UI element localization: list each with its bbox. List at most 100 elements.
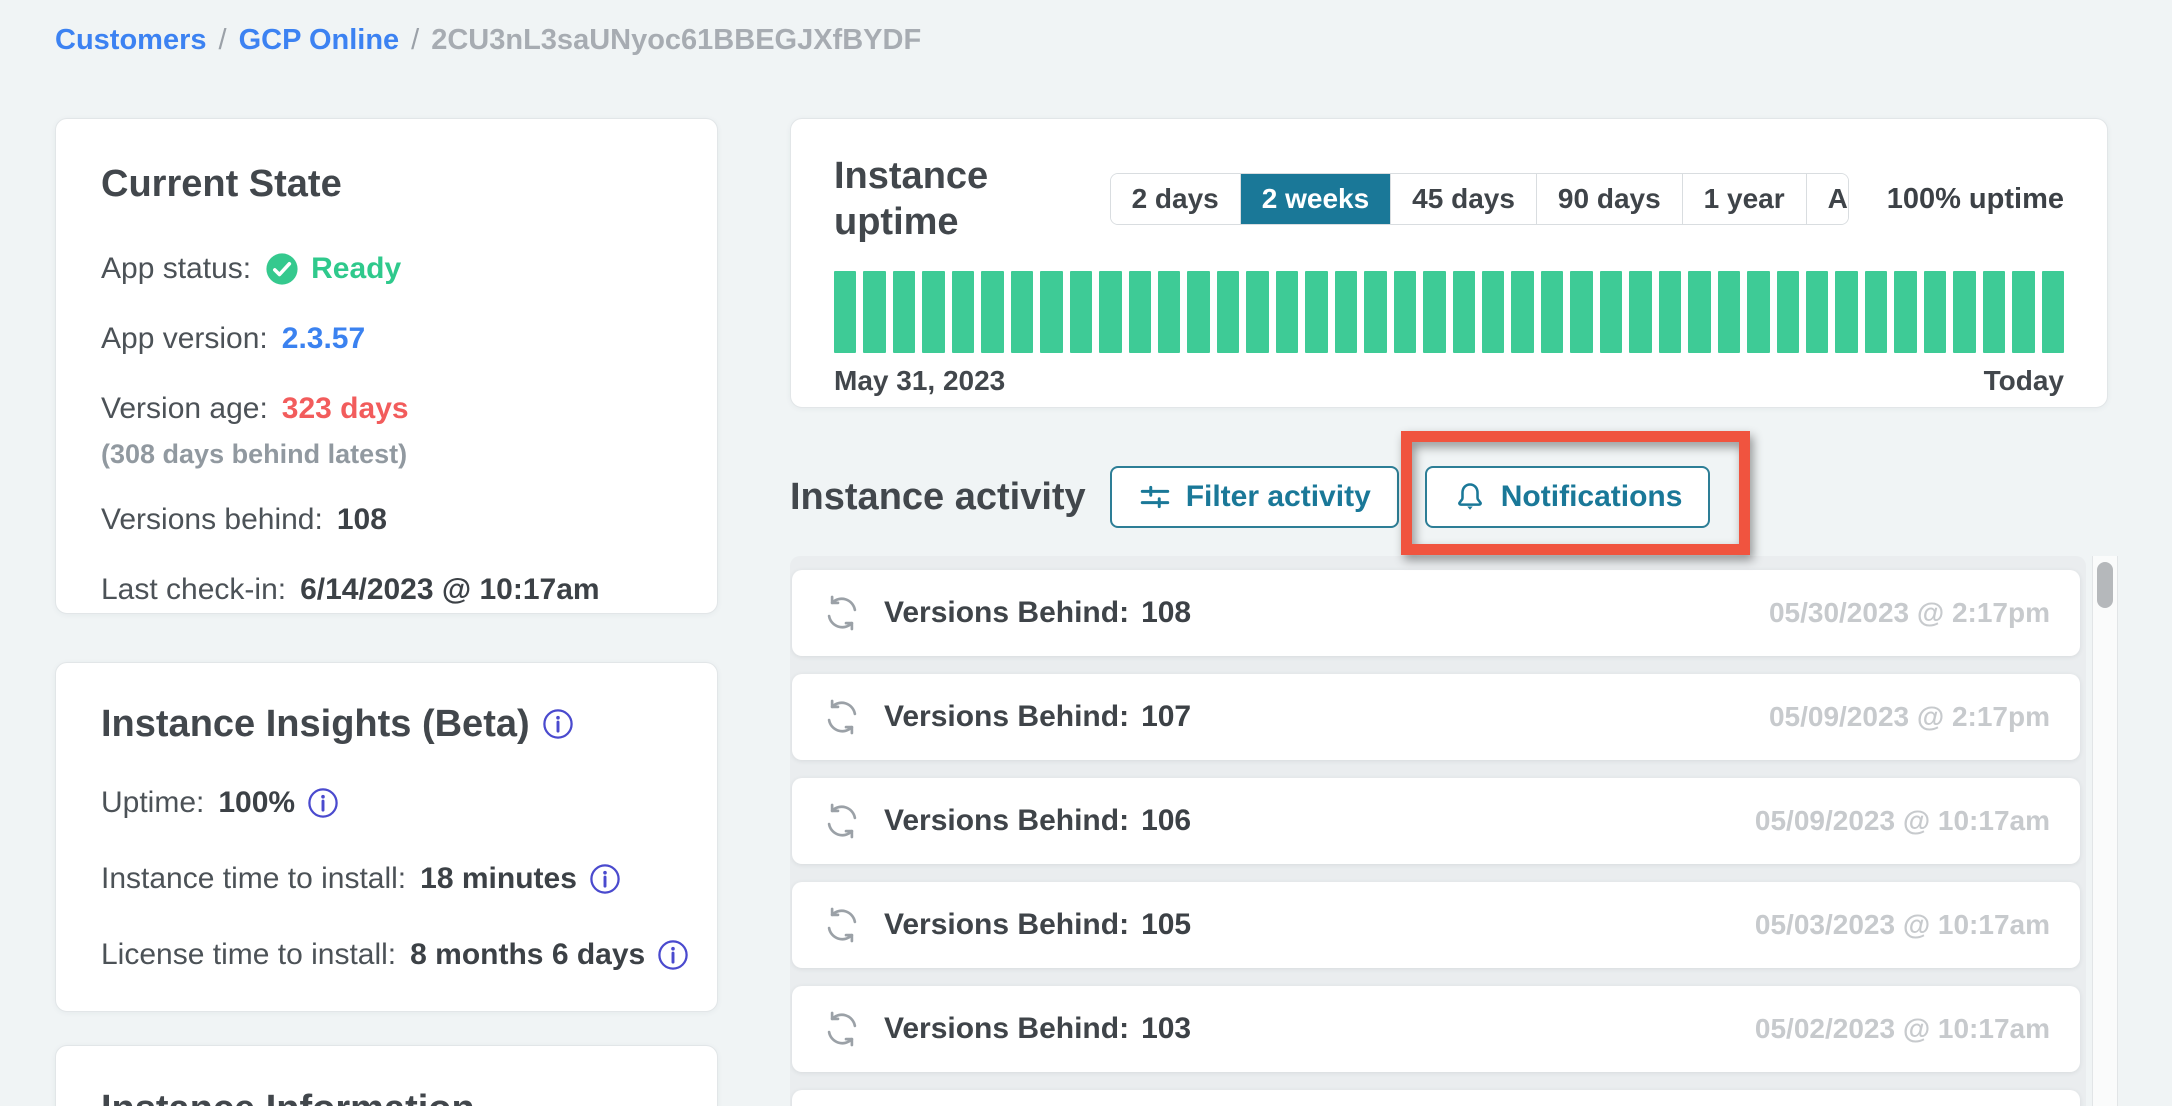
sync-icon	[822, 1009, 862, 1049]
chart-start-label: May 31, 2023	[834, 365, 1005, 397]
activity-row-timestamp: 05/02/2023 @ 10:17am	[1755, 1013, 2050, 1045]
insights-rows: Uptime: 100% Instance time to install: 18 …	[101, 783, 672, 975]
insight-label: Uptime:	[101, 783, 204, 823]
uptime-bar	[1894, 271, 1916, 353]
activity-row-label: Versions Behind:	[884, 908, 1129, 942]
app-status-label: App status:	[101, 249, 251, 289]
version-age-label: Version age:	[101, 389, 268, 429]
info-icon[interactable]	[589, 863, 621, 895]
uptime-bar	[1129, 271, 1151, 353]
activity-scrollbar-track[interactable]	[2092, 556, 2118, 1106]
uptime-bar	[1983, 271, 2005, 353]
sync-icon	[822, 905, 862, 945]
uptime-bar	[1835, 271, 1857, 353]
insight-value: 18 minutes	[420, 859, 577, 899]
activity-row-timestamp: 05/09/2023 @ 10:17am	[1755, 805, 2050, 837]
uptime-bar	[1305, 271, 1327, 353]
uptime-range-tab-2-days[interactable]: 2 days	[1111, 174, 1240, 224]
activity-scrollbar-thumb[interactable]	[2097, 562, 2113, 608]
info-icon[interactable]	[542, 708, 574, 740]
insight-label: Instance time to install:	[101, 859, 406, 899]
uptime-bar	[1099, 271, 1121, 353]
activity-row: Versions Behind:10505/03/2023 @ 10:17am	[792, 882, 2080, 968]
sync-icon	[822, 697, 862, 737]
notifications-label: Notifications	[1501, 480, 1683, 514]
uptime-bar	[1187, 271, 1209, 353]
uptime-bar	[1246, 271, 1268, 353]
left-column: Current State App status: Ready App vers…	[55, 118, 718, 1106]
notifications-button-wrapper: Notifications	[1425, 466, 1711, 528]
uptime-bar	[1953, 271, 1975, 353]
versions-behind-row: Versions behind: 108	[101, 500, 672, 540]
uptime-bar	[893, 271, 915, 353]
notifications-button[interactable]: Notifications	[1425, 466, 1711, 528]
activity-row-timestamp: 05/09/2023 @ 2:17pm	[1769, 701, 2050, 733]
insight-row: Uptime: 100%	[101, 783, 672, 823]
uptime-bar	[1600, 271, 1622, 353]
uptime-bar	[922, 271, 944, 353]
uptime-bar	[1747, 271, 1769, 353]
current-state-title: Current State	[101, 161, 672, 207]
uptime-bar-chart	[834, 271, 2064, 353]
app-status-value: Ready	[311, 249, 401, 289]
uptime-range-tab-90-days[interactable]: 90 days	[1536, 174, 1682, 224]
uptime-bar	[1718, 271, 1740, 353]
instance-detail-page: Customers / GCP Online / 2CU3nL3saUNyoc6…	[0, 0, 2172, 1106]
breadcrumb-link-customer[interactable]: GCP Online	[239, 24, 400, 57]
activity-list: Versions Behind: 108 05/30/2023 @ 2:17pm V…	[790, 556, 2086, 1106]
right-column: Instance uptime 2 days2 weeks45 days90 d…	[790, 118, 2108, 1106]
app-status-row: App status: Ready	[101, 249, 672, 289]
activity-row: Versions Behind: 106 05/09/2023 @ 10:17am	[792, 778, 2080, 864]
uptime-summary: 100% uptime	[1887, 183, 2064, 216]
activity-row-value: 105	[1141, 908, 1191, 942]
uptime-bar	[1070, 271, 1092, 353]
uptime-bar	[2042, 271, 2064, 353]
insight-row: License time to install:8 months 6 days	[101, 935, 672, 975]
uptime-bar	[1629, 271, 1651, 353]
check-circle-icon	[265, 252, 299, 286]
instance-information-card: Instance Information	[55, 1045, 718, 1106]
activity-row-label: Versions Behind:	[884, 700, 1129, 734]
uptime-bar	[1511, 271, 1533, 353]
last-checkin-row: Last check-in: 6/14/2023 @ 10:17am	[101, 570, 672, 610]
uptime-range-tab-45-days[interactable]: 45 days	[1390, 174, 1536, 224]
insight-value: 100%	[218, 783, 295, 823]
uptime-bar	[1659, 271, 1681, 353]
uptime-range-tab-all[interactable]: All	[1806, 174, 1849, 224]
app-version-row: App version: 2.3.57	[101, 319, 672, 359]
uptime-range-tab-1-year[interactable]: 1 year	[1682, 174, 1806, 224]
uptime-bar	[981, 271, 1003, 353]
chart-end-label: Today	[1984, 365, 2064, 397]
uptime-bar	[863, 271, 885, 353]
instance-activity-title: Instance activity	[790, 476, 1086, 519]
activity-row-value: 106	[1141, 804, 1191, 838]
bell-icon	[1453, 480, 1487, 514]
uptime-bar	[952, 271, 974, 353]
filter-activity-button[interactable]: Filter activity	[1110, 466, 1399, 528]
uptime-bar	[834, 271, 856, 353]
breadcrumb-link-customers[interactable]: Customers	[55, 24, 207, 57]
insight-label: License time to install:	[101, 935, 396, 975]
version-age-row: Version age: 323 days	[101, 389, 672, 429]
activity-row-value: 107	[1141, 700, 1191, 734]
instance-uptime-title: Instance uptime	[834, 153, 1110, 245]
uptime-bar	[1158, 271, 1180, 353]
activity-row-value: 108	[1141, 596, 1191, 630]
activity-row-timestamp: 05/30/2023 @ 2:17pm	[1769, 597, 2050, 629]
app-version-label: App version:	[101, 319, 268, 359]
activity-row: Versions Behind: 107 05/09/2023 @ 2:17pm	[792, 674, 2080, 760]
sync-icon	[822, 801, 862, 841]
uptime-bar	[1011, 271, 1033, 353]
uptime-range-tab-2-weeks[interactable]: 2 weeks	[1240, 174, 1390, 224]
versions-behind-label: Versions behind:	[101, 500, 323, 540]
uptime-bar	[1423, 271, 1445, 353]
uptime-bar	[1688, 271, 1710, 353]
info-icon[interactable]	[307, 787, 339, 819]
breadcrumb: Customers / GCP Online / 2CU3nL3saUNyoc6…	[55, 24, 921, 57]
info-icon[interactable]	[657, 939, 689, 971]
uptime-bar	[1865, 271, 1887, 353]
activity-row-label: Versions Behind:	[884, 804, 1129, 838]
breadcrumb-separator: /	[411, 24, 419, 57]
version-age-value: 323 days	[282, 389, 409, 429]
uptime-bar	[1806, 271, 1828, 353]
